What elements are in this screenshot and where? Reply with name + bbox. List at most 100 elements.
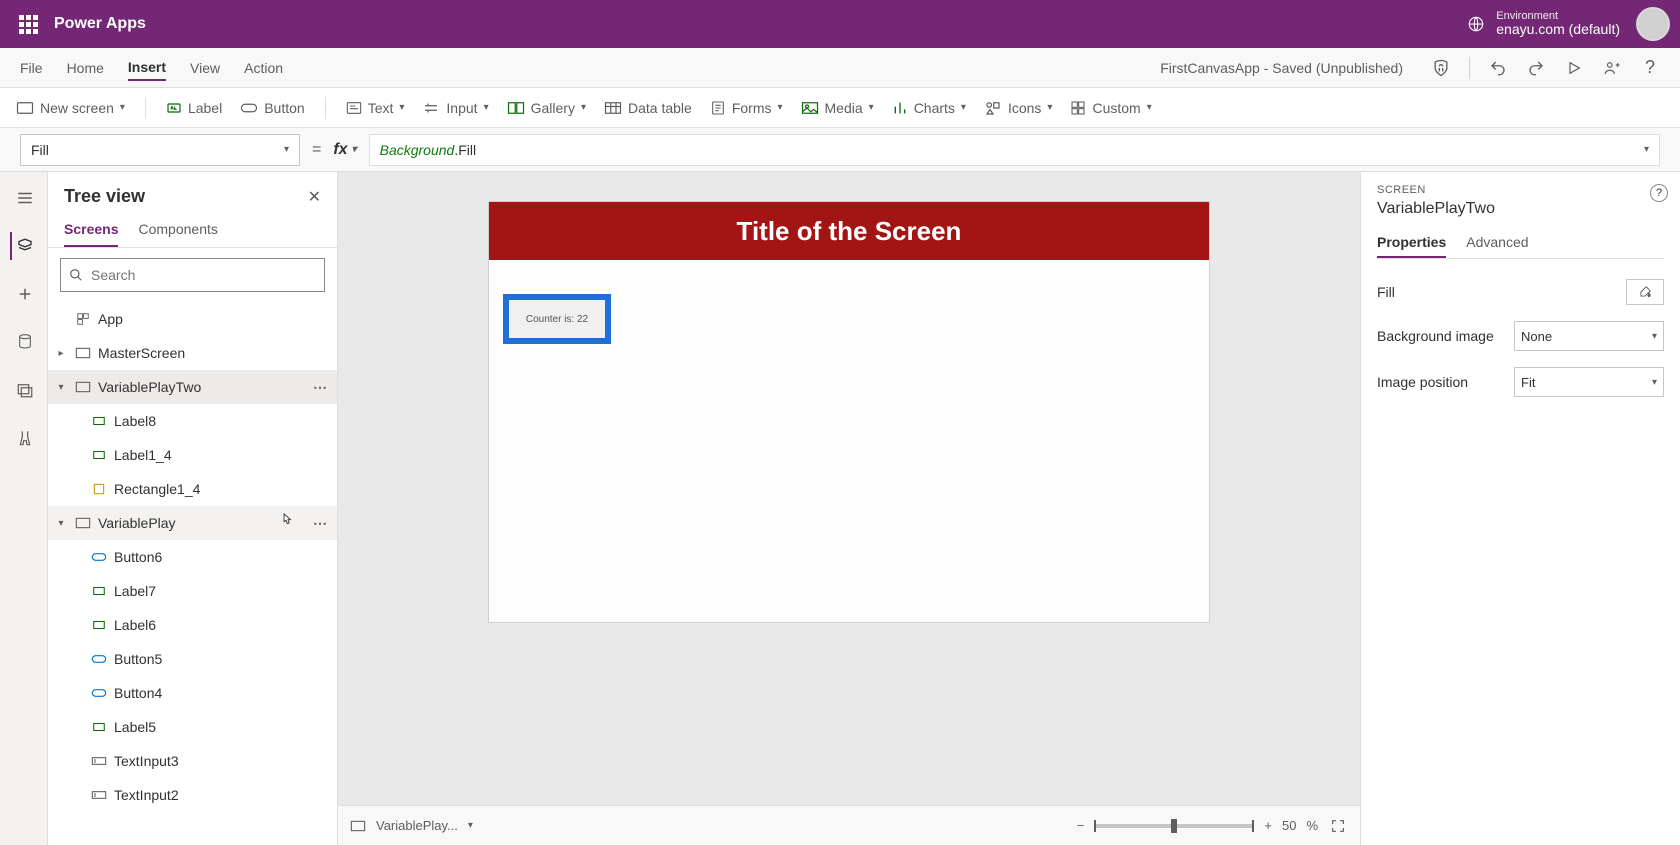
app-icon bbox=[74, 310, 92, 328]
more-icon[interactable]: ⋯ bbox=[313, 515, 329, 532]
rail-tree-view-icon[interactable] bbox=[10, 232, 38, 260]
insert-label-button[interactable]: Label bbox=[166, 100, 222, 116]
new-screen-button[interactable]: New screen ▾ bbox=[16, 100, 125, 116]
bgimage-value: None bbox=[1521, 329, 1552, 344]
chevron-down-icon: ▾ bbox=[777, 102, 782, 113]
textinput-icon bbox=[90, 752, 108, 770]
environment-label: Environment bbox=[1496, 10, 1620, 22]
bgimage-dropdown[interactable]: None ▾ bbox=[1514, 321, 1664, 351]
tab-advanced[interactable]: Advanced bbox=[1466, 228, 1528, 258]
screen-title-banner[interactable]: Title of the Screen bbox=[489, 202, 1209, 260]
insert-text-button[interactable]: Text ▾ bbox=[346, 100, 405, 116]
app-checker-icon[interactable] bbox=[1431, 58, 1451, 78]
help-icon[interactable]: ? bbox=[1640, 58, 1660, 78]
insert-datatable-button[interactable]: Data table bbox=[604, 100, 692, 116]
menu-insert[interactable]: Insert bbox=[128, 59, 166, 81]
chevron-down-icon[interactable]: ▾ bbox=[54, 518, 68, 529]
tree-node-variableplay[interactable]: ▾ VariablePlay ⋯ bbox=[48, 506, 337, 540]
counter-label[interactable]: Counter is: 22 bbox=[503, 294, 611, 344]
tree-node-button6[interactable]: Button6 bbox=[48, 540, 337, 574]
tab-screens[interactable]: Screens bbox=[64, 213, 118, 247]
insert-input-button[interactable]: Input ▾ bbox=[422, 100, 488, 116]
insert-forms-button[interactable]: Forms ▾ bbox=[710, 100, 783, 116]
prop-row-bgimage: Background image None ▾ bbox=[1377, 313, 1664, 359]
tree-node-textinput2[interactable]: TextInput2 bbox=[48, 778, 337, 812]
close-icon[interactable]: ✕ bbox=[308, 187, 321, 207]
insert-custom-label: Custom bbox=[1092, 100, 1140, 116]
insert-button-button[interactable]: Button bbox=[240, 100, 304, 116]
tab-properties[interactable]: Properties bbox=[1377, 228, 1446, 258]
rail-media-icon[interactable] bbox=[10, 376, 38, 404]
app-launcher-icon[interactable] bbox=[10, 6, 46, 42]
zoom-slider[interactable] bbox=[1094, 824, 1254, 828]
screen-preview[interactable]: Title of the Screen Counter is: 22 bbox=[489, 202, 1209, 622]
rail-hamburger-icon[interactable] bbox=[10, 184, 38, 212]
fx-button[interactable]: fx ▾ bbox=[333, 141, 356, 159]
imgpos-dropdown[interactable]: Fit ▾ bbox=[1514, 367, 1664, 397]
tree-node-variableplaytwo[interactable]: ▾ VariablePlayTwo ⋯ bbox=[48, 370, 337, 404]
insert-gallery-button[interactable]: Gallery ▾ bbox=[507, 100, 586, 116]
screen-icon bbox=[350, 820, 366, 832]
tree-node-label1-4[interactable]: Label1_4 bbox=[48, 438, 337, 472]
environment-picker[interactable]: Environment enayu.com (default) bbox=[1466, 10, 1620, 37]
tree-node-masterscreen[interactable]: ▸ MasterScreen bbox=[48, 336, 337, 370]
property-dropdown[interactable]: Fill ▾ bbox=[20, 134, 300, 166]
rail-tools-icon[interactable] bbox=[10, 424, 38, 452]
chevron-down-icon: ▾ bbox=[399, 102, 404, 113]
redo-icon[interactable] bbox=[1526, 58, 1546, 78]
tree-node-textinput3[interactable]: TextInput3 bbox=[48, 744, 337, 778]
menu-file[interactable]: File bbox=[20, 60, 43, 76]
zoom-plus[interactable]: + bbox=[1264, 818, 1272, 833]
tree-node-label: App bbox=[98, 311, 123, 327]
more-icon[interactable]: ⋯ bbox=[313, 379, 329, 396]
tree-search-input[interactable] bbox=[91, 267, 316, 283]
tree-node-button4[interactable]: Button4 bbox=[48, 676, 337, 710]
fill-color-swatch[interactable] bbox=[1626, 279, 1664, 305]
chevron-down-icon: ▾ bbox=[484, 102, 489, 113]
chevron-down-icon[interactable]: ▾ bbox=[468, 820, 473, 831]
formula-input[interactable]: Background.Fill ▾ bbox=[369, 134, 1660, 166]
help-icon[interactable]: ? bbox=[1650, 184, 1668, 202]
menu-action[interactable]: Action bbox=[244, 60, 283, 76]
tree-node-label6[interactable]: Label6 bbox=[48, 608, 337, 642]
preview-icon[interactable] bbox=[1564, 58, 1584, 78]
chevron-down-icon[interactable]: ▾ bbox=[1644, 144, 1649, 155]
chevron-down-icon[interactable]: ▾ bbox=[54, 382, 68, 393]
tree-node-button5[interactable]: Button5 bbox=[48, 642, 337, 676]
rail-insert-icon[interactable] bbox=[10, 280, 38, 308]
tree-node-label7[interactable]: Label7 bbox=[48, 574, 337, 608]
insert-media-button[interactable]: Media ▾ bbox=[801, 100, 874, 116]
user-avatar[interactable] bbox=[1636, 7, 1670, 41]
chevron-down-icon: ▾ bbox=[869, 102, 874, 113]
insert-charts-label: Charts bbox=[914, 100, 955, 116]
prop-row-fill: Fill bbox=[1377, 271, 1664, 313]
tree-node-label8[interactable]: Label8 bbox=[48, 404, 337, 438]
share-icon[interactable] bbox=[1602, 58, 1622, 78]
tree-node-label: Button5 bbox=[114, 651, 162, 667]
fit-screen-icon[interactable] bbox=[1328, 816, 1348, 836]
formula-bar: Fill ▾ = fx ▾ Background.Fill ▾ bbox=[0, 128, 1680, 172]
left-tool-rail bbox=[0, 172, 48, 845]
tab-components[interactable]: Components bbox=[138, 213, 217, 247]
insert-charts-button[interactable]: Charts ▾ bbox=[892, 100, 966, 116]
prop-imgpos-label: Image position bbox=[1377, 374, 1468, 390]
menu-home[interactable]: Home bbox=[67, 60, 104, 76]
tree-node-app[interactable]: App bbox=[48, 302, 337, 336]
insert-media-label: Media bbox=[825, 100, 863, 116]
tree-node-rectangle1-4[interactable]: Rectangle1_4 bbox=[48, 472, 337, 506]
tree-search-box[interactable] bbox=[60, 258, 325, 292]
tree-view-title: Tree view bbox=[64, 186, 145, 207]
chevron-right-icon[interactable]: ▸ bbox=[54, 348, 68, 359]
tree-node-label5[interactable]: Label5 bbox=[48, 710, 337, 744]
insert-custom-button[interactable]: Custom ▾ bbox=[1070, 100, 1151, 116]
tree-list[interactable]: App ▸ MasterScreen ▾ VariablePlayTwo ⋯ L… bbox=[48, 302, 337, 845]
footer-screen-name[interactable]: VariablePlay... bbox=[376, 818, 458, 833]
prop-bg-label: Background image bbox=[1377, 328, 1494, 344]
insert-icons-button[interactable]: Icons ▾ bbox=[984, 100, 1053, 116]
prop-type-label: SCREEN bbox=[1377, 184, 1664, 196]
canvas-viewport[interactable]: Title of the Screen Counter is: 22 bbox=[338, 172, 1360, 805]
rail-data-icon[interactable] bbox=[10, 328, 38, 356]
zoom-minus[interactable]: − bbox=[1077, 818, 1085, 833]
menu-view[interactable]: View bbox=[190, 60, 220, 76]
undo-icon[interactable] bbox=[1488, 58, 1508, 78]
